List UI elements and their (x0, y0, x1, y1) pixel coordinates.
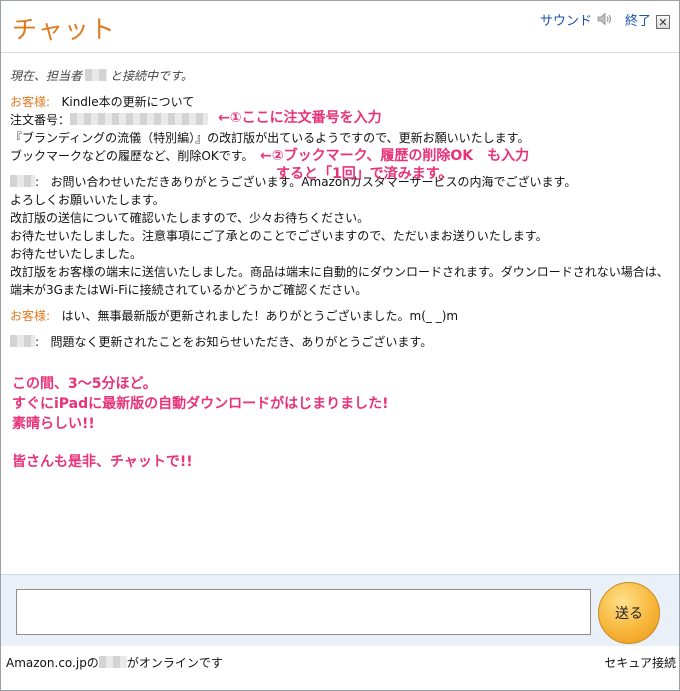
annotation-bookmark: ←②ブックマーク、履歴の削除OK も入力 (260, 148, 530, 164)
commentary-line: 素晴らしい!! (12, 416, 95, 432)
message-line: Kindle本の更新について (61, 95, 195, 109)
redacted-agent-name (85, 69, 108, 81)
redacted-agent-name (98, 656, 127, 668)
annotation-bookmark-cont: すると「1回」で済みます。 (276, 166, 453, 182)
message-line: お待たせいたしました。 (10, 247, 143, 261)
agent-message: : お問い合わせいただきありがとうございます。Amazonカスタマーサービスの内… (10, 175, 669, 297)
online-suffix: がオンラインです (126, 656, 223, 670)
message-line: 改訂版をお客様の端末に送信いたしました。商品は端末に自動的にダウンロードされます… (10, 265, 669, 279)
status-suffix: と接続中です。 (110, 69, 193, 83)
commentary-line: 皆さんも是非、チャットで!! (12, 454, 193, 470)
message-line: 端末が3GまたはWi-Fiに接続されているかどうかご確認ください。 (10, 283, 368, 297)
header-controls: サウンド 終了 ✕ (540, 9, 670, 29)
sound-link[interactable]: サウンド (540, 10, 592, 29)
online-status: Amazon.co.jpの がオンラインです (6, 654, 223, 671)
message-line: 改訂版の送信について確認いたしますので、少々お待ちください。 (10, 211, 370, 225)
online-prefix: Amazon.co.jpの (6, 656, 99, 670)
window-title: チャット (12, 15, 116, 44)
connection-status: 現在、担当者 と接続中です。 (10, 67, 672, 85)
send-button[interactable]: 送る (598, 582, 660, 644)
annotation-order-number: ←①ここに注文番号を入力 (218, 110, 382, 126)
redacted-order-number (70, 113, 209, 125)
message-line: はい、無事最新版が更新されました！ありがとうございました。m(_ _)m (61, 309, 459, 323)
customer-label: お客様: (10, 95, 51, 109)
speaker-icon[interactable] (597, 12, 613, 26)
chat-window: チャット サウンド 終了 ✕ 現在、担当者 と接続中です。 お客様: Kindle… (0, 0, 680, 691)
message-line: 『ブランディングの流儀（特別編）』の改訂版が出ているようですので、更新お願いいた… (10, 131, 530, 145)
end-chat-link[interactable]: 終了 (625, 10, 651, 29)
message-line: 注文番号： (10, 113, 71, 127)
message-line: 問題なく更新されたことをお知らせいただき、ありがとうございます。 (50, 335, 433, 349)
status-footer: Amazon.co.jpの がオンラインです セキュア接続 (1, 647, 679, 690)
status-prefix: 現在、担当者 (10, 69, 83, 83)
annotation-commentary: この間、3〜5分ほど。 すぐにiPadに最新版の自動ダウンロードがはじまりました… (12, 374, 389, 472)
message-input[interactable] (16, 589, 591, 635)
secure-connection-label: セキュア接続 (604, 656, 676, 670)
customer-label: お客様: (10, 309, 51, 323)
message-line: お待たせいたしました。注意事項にご了承とのことでございますので、ただいまお送りい… (10, 229, 548, 243)
chat-header: チャット サウンド 終了 ✕ (1, 1, 679, 53)
agent-message: : 問題なく更新されたことをお知らせいただき、ありがとうございます。 (10, 333, 672, 351)
commentary-line: すぐにiPadに最新版の自動ダウンロードがはじまりました! (12, 396, 389, 412)
commentary-spacer (12, 434, 389, 452)
close-icon[interactable]: ✕ (656, 15, 670, 29)
message-line: ブックマークなどの履歴など、削除OKです。 (10, 149, 254, 163)
redacted-agent-label (10, 335, 35, 347)
customer-message: お客様: はい、無事最新版が更新されました！ありがとうございました。m(_ _)… (10, 307, 672, 325)
message-line: よろしくお願いいたします。 (10, 193, 165, 207)
input-bar: 送る (1, 574, 679, 646)
commentary-line: この間、3〜5分ほど。 (12, 376, 157, 392)
redacted-agent-label (10, 175, 35, 187)
